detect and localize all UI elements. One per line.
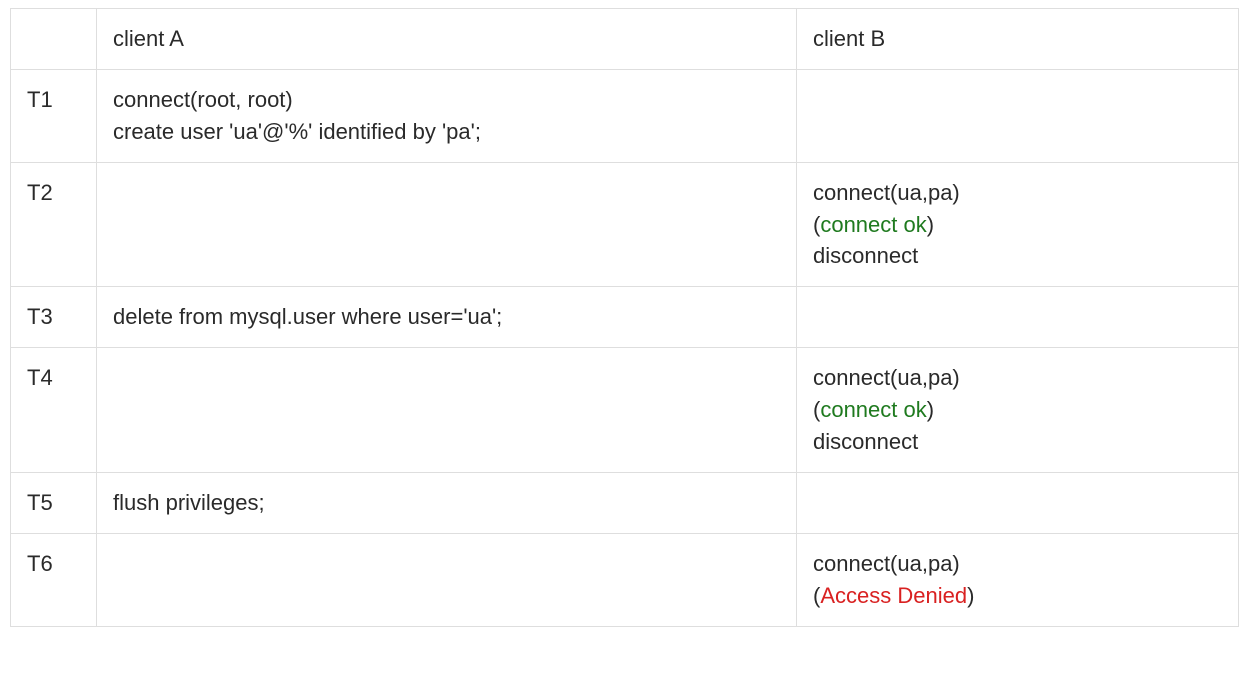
status-ok: connect ok <box>820 397 926 422</box>
cell-text: create user 'ua'@'%' identified by 'pa'; <box>113 119 481 144</box>
step-label: T4 <box>11 348 97 473</box>
paren-close: ) <box>967 583 974 608</box>
step-label: T3 <box>11 287 97 348</box>
client-a-cell <box>97 533 797 626</box>
client-b-cell: connect(ua,pa) (connect ok) disconnect <box>797 162 1239 287</box>
status-ok: connect ok <box>820 212 926 237</box>
cell-text: connect(ua,pa) <box>813 180 960 205</box>
cell-text: connect(ua,pa) <box>813 551 960 576</box>
table-row: T3 delete from mysql.user where user='ua… <box>11 287 1239 348</box>
cell-text: connect(root, root) <box>113 87 293 112</box>
client-a-cell <box>97 162 797 287</box>
table-row: T5 flush privileges; <box>11 472 1239 533</box>
cell-text: disconnect <box>813 243 918 268</box>
step-label: T5 <box>11 472 97 533</box>
client-a-cell: flush privileges; <box>97 472 797 533</box>
table-row: T2 connect(ua,pa) (connect ok) disconnec… <box>11 162 1239 287</box>
client-a-cell: connect(root, root) create user 'ua'@'%'… <box>97 69 797 162</box>
status-error: Access Denied <box>820 583 967 608</box>
table-row: T4 connect(ua,pa) (connect ok) disconnec… <box>11 348 1239 473</box>
header-client-b: client B <box>797 9 1239 70</box>
header-client-a: client A <box>97 9 797 70</box>
table-row: T1 connect(root, root) create user 'ua'@… <box>11 69 1239 162</box>
client-b-cell: connect(ua,pa) (connect ok) disconnect <box>797 348 1239 473</box>
timeline-table: client A client B T1 connect(root, root)… <box>10 8 1239 627</box>
cell-text: connect(ua,pa) <box>813 365 960 390</box>
header-step <box>11 9 97 70</box>
client-b-cell: connect(ua,pa) (Access Denied) <box>797 533 1239 626</box>
step-label: T6 <box>11 533 97 626</box>
cell-text: disconnect <box>813 429 918 454</box>
client-a-cell <box>97 348 797 473</box>
paren-close: ) <box>927 397 934 422</box>
paren-close: ) <box>927 212 934 237</box>
table-row: T6 connect(ua,pa) (Access Denied) <box>11 533 1239 626</box>
client-b-cell <box>797 472 1239 533</box>
table-header-row: client A client B <box>11 9 1239 70</box>
client-b-cell <box>797 287 1239 348</box>
step-label: T2 <box>11 162 97 287</box>
client-b-cell <box>797 69 1239 162</box>
client-a-cell: delete from mysql.user where user='ua'; <box>97 287 797 348</box>
step-label: T1 <box>11 69 97 162</box>
